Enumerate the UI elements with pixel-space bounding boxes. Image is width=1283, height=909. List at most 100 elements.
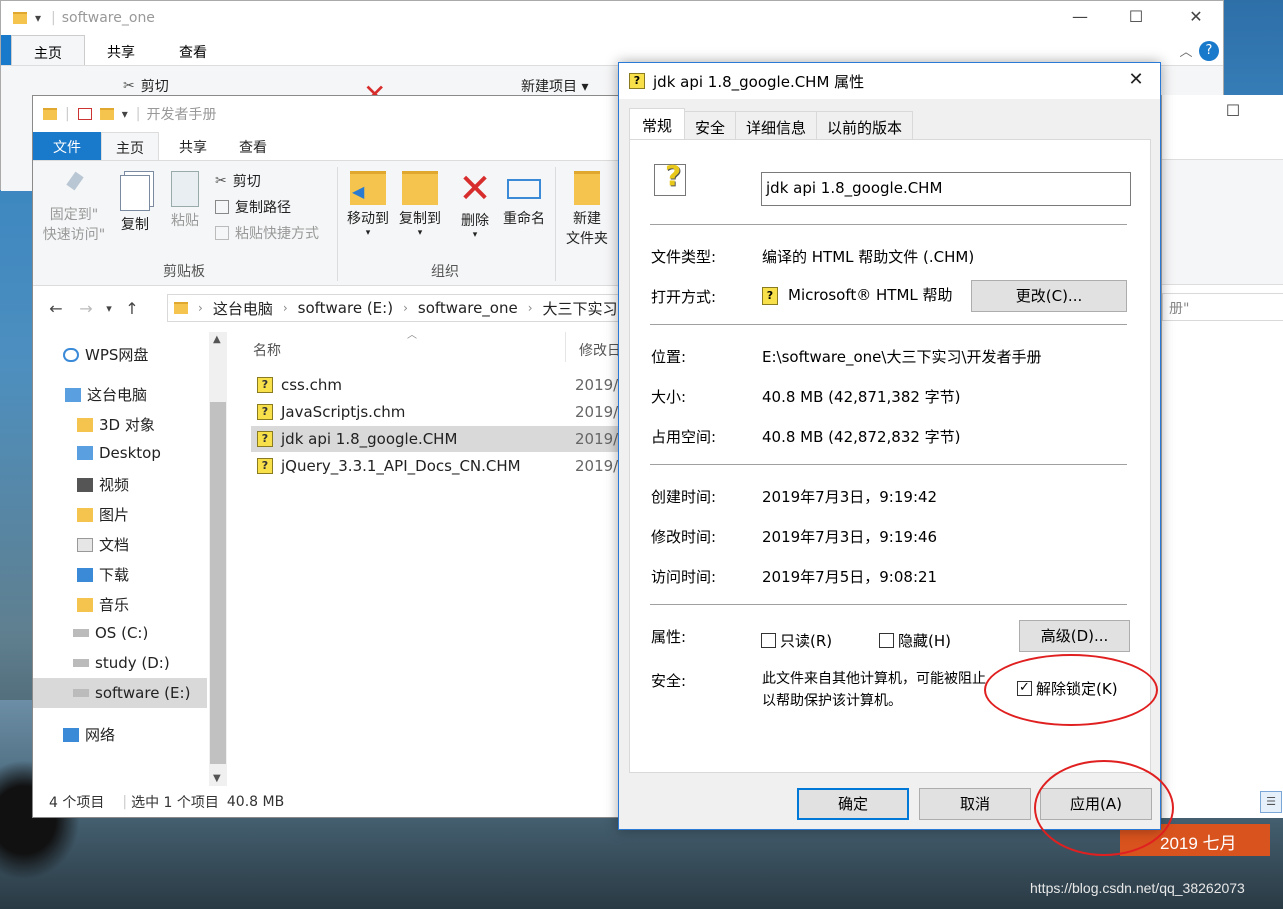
cut-button[interactable]: ✂ 剪切 bbox=[215, 171, 261, 191]
back-new-item-button[interactable]: 新建项目 ▾ bbox=[521, 76, 588, 96]
scrollbar-thumb[interactable] bbox=[210, 402, 226, 764]
back-arrow-icon[interactable]: ← bbox=[41, 299, 71, 318]
pin-quick-access-button[interactable]: 固定到" 快速访问" bbox=[39, 171, 109, 245]
ok-button[interactable]: 确定 bbox=[797, 788, 909, 820]
tab-home[interactable]: 主页 bbox=[11, 35, 85, 65]
new-folder-button[interactable]: 新建 文件夹 bbox=[561, 171, 613, 249]
chm-file-icon: ? bbox=[257, 404, 273, 420]
breadcrumb[interactable]: › 这台电脑 › software (E:) › software_one › … bbox=[167, 294, 627, 322]
readonly-checkbox[interactable]: 只读(R) bbox=[761, 630, 832, 651]
nav-item-downloads[interactable]: 下载 bbox=[77, 564, 129, 585]
nav-item-drive-c[interactable]: OS (C:) bbox=[73, 624, 148, 642]
nav-item-this-pc[interactable]: 这台电脑 bbox=[65, 384, 147, 405]
new-folder-icon[interactable] bbox=[99, 108, 114, 120]
created-label: 创建时间: bbox=[651, 488, 717, 506]
nav-item-pictures[interactable]: 图片 bbox=[77, 504, 129, 525]
tab-home[interactable]: 主页 bbox=[101, 132, 159, 160]
chm-file-icon: ? bbox=[629, 73, 645, 89]
minimize-icon[interactable]: — bbox=[1065, 7, 1095, 26]
properties-icon[interactable] bbox=[77, 108, 92, 120]
ribbon: 固定到" 快速访问" 复制 粘贴 ✂ 剪切 复制路径 粘贴快捷方式 剪贴板 移动… bbox=[33, 160, 621, 286]
nav-item-video[interactable]: 视频 bbox=[77, 474, 129, 495]
move-to-icon bbox=[350, 171, 386, 205]
up-arrow-icon[interactable]: ↑ bbox=[117, 299, 147, 318]
advanced-button[interactable]: 高级(D)... bbox=[1019, 620, 1130, 652]
rename-icon bbox=[507, 179, 541, 199]
nav-item-documents[interactable]: 文档 bbox=[77, 534, 129, 555]
nav-item-network[interactable]: 网络 bbox=[63, 724, 115, 745]
close-icon[interactable]: ✕ bbox=[1124, 69, 1148, 90]
forward-arrow-icon[interactable]: → bbox=[71, 299, 101, 318]
copy-to-button[interactable]: 复制到 ▾ bbox=[395, 171, 445, 238]
close-icon[interactable]: ✕ bbox=[1181, 7, 1211, 26]
breadcrumb-item[interactable]: software (E:) bbox=[298, 299, 393, 317]
chevron-down-icon[interactable]: ▾ bbox=[122, 107, 128, 121]
pin-icon bbox=[62, 171, 86, 201]
tab-view[interactable]: 查看 bbox=[227, 132, 279, 160]
clipboard-icon bbox=[171, 171, 199, 207]
security-text: 此文件来自其他计算机，可能被阻止 bbox=[762, 671, 986, 687]
tab-general[interactable]: 常规 bbox=[629, 108, 686, 139]
help-icon[interactable]: ? bbox=[1199, 41, 1219, 61]
scroll-down-icon[interactable]: ▼ bbox=[213, 773, 221, 784]
file-row[interactable]: ? jQuery_3.3.1_API_Docs_CN.CHM 2019/ bbox=[251, 453, 623, 479]
right-explorer-window[interactable]: ☐ 册" ☰ bbox=[1161, 95, 1283, 818]
paste-shortcut-icon bbox=[215, 226, 229, 240]
sort-indicator-icon: ︿ bbox=[407, 330, 417, 341]
nav-item-drive-e[interactable]: software (E:) bbox=[33, 678, 207, 708]
collapse-ribbon-icon[interactable]: ︿ bbox=[1171, 41, 1201, 60]
column-header-name[interactable]: 名称 bbox=[253, 340, 281, 360]
security-text-2: 以帮助保护该计算机。 bbox=[762, 693, 902, 709]
copy-to-icon bbox=[402, 171, 438, 205]
change-button[interactable]: 更改(C)... bbox=[971, 280, 1127, 312]
disk-size-value: 40.8 MB (42,872,832 字节) bbox=[762, 428, 961, 446]
recent-locations-chevron-icon[interactable]: ▾ bbox=[101, 302, 117, 315]
location-label: 位置: bbox=[651, 348, 687, 366]
tab-file[interactable] bbox=[1, 35, 11, 65]
paste-button[interactable]: 粘贴 bbox=[165, 171, 205, 231]
nav-item-wps[interactable]: WPS网盘 bbox=[63, 344, 148, 365]
scroll-up-icon[interactable]: ▲ bbox=[213, 334, 221, 345]
tab-file[interactable]: 文件 bbox=[33, 132, 101, 160]
tab-view[interactable]: 查看 bbox=[157, 35, 229, 65]
explorer-window[interactable]: | ▾ | 开发者手册 文件 主页 共享 查看 固定到" 快速访问" 复制 粘贴… bbox=[32, 95, 627, 818]
copy-path-button[interactable]: 复制路径 bbox=[215, 197, 291, 217]
explorer-titlebar: | ▾ | 开发者手册 bbox=[33, 96, 621, 132]
tab-share[interactable]: 共享 bbox=[85, 35, 157, 65]
tab-details[interactable]: 详细信息 bbox=[735, 111, 818, 139]
disk-size-label: 占用空间: bbox=[651, 428, 717, 446]
dialog-titlebar: ? jdk api 1.8_google.CHM 属性 bbox=[619, 63, 1160, 99]
details-view-icon[interactable]: ☰ bbox=[1260, 791, 1282, 813]
file-row[interactable]: ? css.chm 2019/ bbox=[251, 372, 623, 398]
accessed-label: 访问时间: bbox=[651, 568, 717, 586]
column-header-modified[interactable]: 修改日 bbox=[579, 340, 621, 360]
paste-shortcut-button[interactable]: 粘贴快捷方式 bbox=[215, 223, 319, 243]
back-cut-button[interactable]: ✂ 剪切 bbox=[123, 76, 169, 96]
scissors-icon: ✂ bbox=[123, 78, 135, 94]
hidden-checkbox[interactable]: 隐藏(H) bbox=[879, 630, 951, 651]
breadcrumb-item[interactable]: software_one bbox=[418, 299, 518, 317]
copy-button[interactable]: 复制 bbox=[115, 171, 155, 235]
cancel-button[interactable]: 取消 bbox=[919, 788, 1031, 820]
modified-value: 2019年7月3日，9:19:46 bbox=[762, 528, 938, 546]
move-to-button[interactable]: 移动到 ▾ bbox=[343, 171, 393, 238]
chevron-down-icon[interactable]: ▾ bbox=[35, 11, 41, 25]
nav-item-music[interactable]: 音乐 bbox=[77, 594, 129, 615]
tab-security[interactable]: 安全 bbox=[684, 111, 737, 139]
tab-previous-versions[interactable]: 以前的版本 bbox=[816, 111, 914, 139]
filename-input[interactable]: jdk api 1.8_google.CHM bbox=[761, 172, 1131, 206]
tab-share[interactable]: 共享 bbox=[159, 132, 227, 160]
nav-scrollbar[interactable]: ▲ ▼ bbox=[209, 332, 227, 786]
breadcrumb-item[interactable]: 大三下实习 bbox=[543, 298, 618, 319]
search-input[interactable]: 册" bbox=[1162, 293, 1283, 321]
rename-button[interactable]: 重命名 bbox=[499, 171, 549, 229]
file-row[interactable]: ? JavaScriptjs.chm 2019/ bbox=[251, 399, 623, 425]
breadcrumb-item[interactable]: 这台电脑 bbox=[213, 298, 273, 319]
nav-item-3d[interactable]: 3D 对象 bbox=[77, 414, 155, 435]
delete-button[interactable]: ✕ 删除 ▾ bbox=[453, 169, 497, 240]
maximize-icon[interactable]: ☐ bbox=[1121, 7, 1151, 26]
file-row[interactable]: ? jdk api 1.8_google.CHM 2019/ bbox=[251, 426, 623, 452]
nav-item-drive-d[interactable]: study (D:) bbox=[73, 654, 170, 672]
maximize-icon[interactable]: ☐ bbox=[1218, 101, 1248, 120]
nav-item-desktop[interactable]: Desktop bbox=[77, 444, 161, 462]
